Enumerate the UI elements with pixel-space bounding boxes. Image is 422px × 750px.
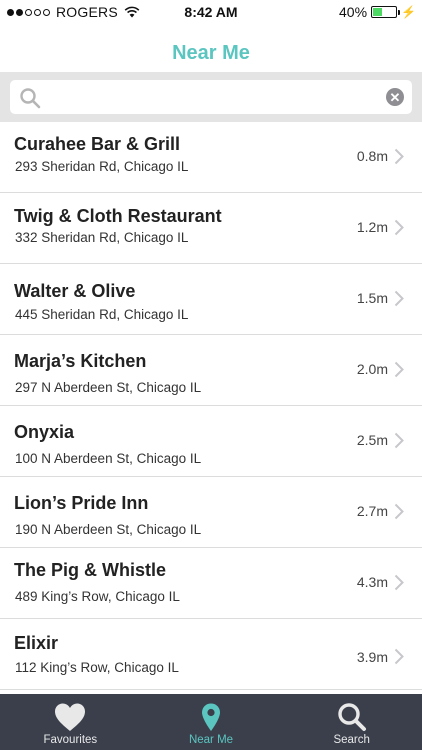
place-name: Lion’s Pride Inn [14,493,149,513]
battery-icon [371,6,401,18]
tab-search[interactable]: Search [281,694,422,750]
chevron-right-icon [394,290,404,307]
places-list: Curahee Bar & Grill 293 Sheridan Rd, Chi… [0,122,422,690]
place-name: Onyxia [14,422,75,442]
chevron-right-icon [394,574,404,591]
chevron-right-icon [394,432,404,449]
tab-label: Near Me [188,734,234,746]
list-item[interactable]: Marja’s Kitchen 297 N Aberdeen St, Chica… [0,335,422,406]
place-distance: 2.5m [356,432,388,448]
status-right: 40% ⚡ [339,4,416,20]
heart-icon [55,703,86,731]
search-icon [20,88,41,109]
status-bar: ROGERS 8:42 AM 40% ⚡ [0,0,422,24]
place-address: 293 Sheridan Rd, Chicago IL [15,159,189,174]
list-item[interactable]: Elixir 112 King’s Row, Chicago IL 3.9m [0,619,422,690]
chevron-right-icon [394,361,404,378]
place-distance: 2.7m [356,503,388,519]
place-name: Twig & Cloth Restaurant [14,206,222,226]
place-address: 297 N Aberdeen St, Chicago IL [15,380,202,395]
place-distance: 3.9m [356,649,388,665]
chevron-right-icon [394,648,404,665]
place-name: Curahee Bar & Grill [14,134,181,154]
place-address: 190 N Aberdeen St, Chicago IL [15,522,202,537]
search-input[interactable] [10,80,412,114]
place-name: Walter & Olive [14,281,136,301]
place-distance: 0.8m [356,148,388,164]
tab-label: Favourites [43,734,98,746]
search-box[interactable]: ✕ [10,80,412,114]
list-item[interactable]: Walter & Olive 445 Sheridan Rd, Chicago … [0,264,422,335]
tab-label: Search [333,734,370,746]
place-distance: 1.5m [356,290,388,306]
place-address: 445 Sheridan Rd, Chicago IL [15,307,189,322]
place-name: Elixir [14,633,59,653]
location-pin-icon [202,703,220,731]
list-item[interactable]: Twig & Cloth Restaurant 332 Sheridan Rd,… [0,193,422,264]
tab-bar: Favourites Near Me Search [0,694,422,750]
place-name: Marja’s Kitchen [14,351,147,371]
place-address: 100 N Aberdeen St, Chicago IL [15,451,202,466]
battery-percent: 40% [339,4,368,20]
place-name: The Pig & Whistle [14,560,167,580]
place-distance: 2.0m [356,361,388,377]
clear-search-icon[interactable]: ✕ [386,88,404,106]
tab-favourites[interactable]: Favourites [0,694,141,750]
list-item[interactable]: The Pig & Whistle 489 King’s Row, Chicag… [0,548,422,619]
battery-level [373,8,382,16]
list-item[interactable]: Onyxia 100 N Aberdeen St, Chicago IL 2.5… [0,406,422,477]
tab-near-me[interactable]: Near Me [141,694,282,750]
list-item[interactable]: Curahee Bar & Grill 293 Sheridan Rd, Chi… [0,122,422,193]
chevron-right-icon [394,219,404,236]
place-distance: 4.3m [356,574,388,590]
place-address: 112 King’s Row, Chicago IL [15,660,179,675]
page-title: Near Me [172,42,250,64]
search-icon [337,703,366,731]
chevron-right-icon [394,148,404,165]
place-address: 489 King’s Row, Chicago IL [15,589,180,604]
chevron-right-icon [394,503,404,520]
place-address: 332 Sheridan Rd, Chicago IL [15,230,189,245]
search-bar: ✕ [0,72,422,122]
list-item[interactable]: Lion’s Pride Inn 190 N Aberdeen St, Chic… [0,477,422,548]
place-distance: 1.2m [356,219,388,235]
charging-icon: ⚡ [401,5,416,19]
